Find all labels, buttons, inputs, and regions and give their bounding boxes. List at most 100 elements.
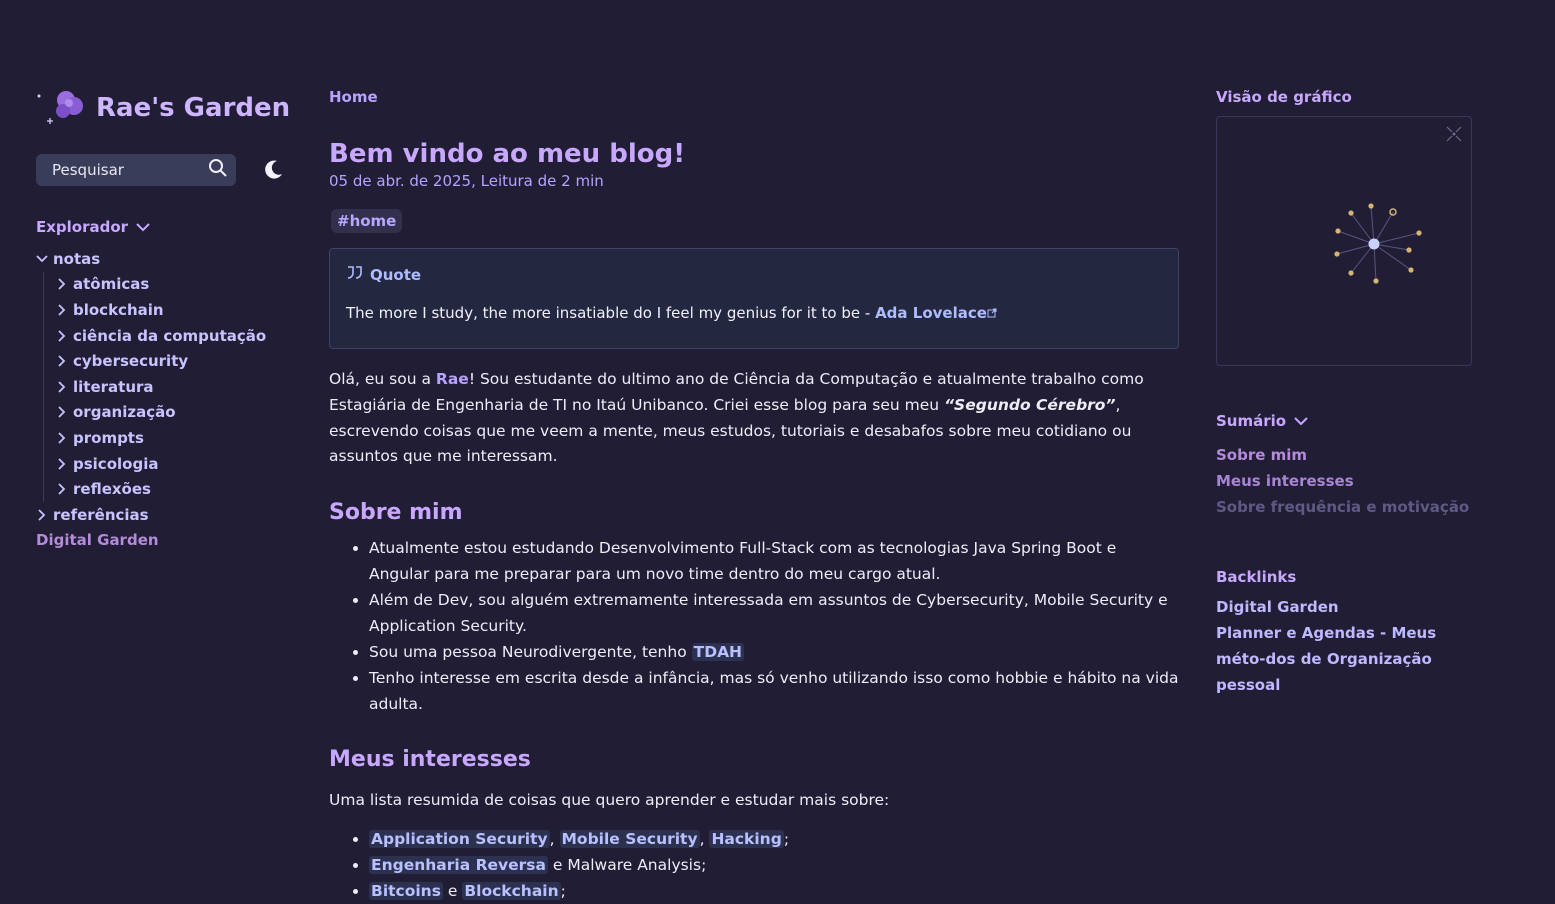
chevron-down-icon: [1294, 412, 1308, 430]
folder-label: cybersecurity: [73, 352, 189, 371]
notas-children: atômicas blockchain ciência da computaçã…: [43, 271, 296, 502]
folder-organizacao[interactable]: organização: [56, 400, 296, 426]
rae-link[interactable]: Rae: [436, 370, 469, 388]
chevron-down-icon: [136, 218, 150, 236]
graph-view[interactable]: [1216, 116, 1472, 366]
intro-paragraph: Olá, eu sou a Rae! Sou estudante do ulti…: [329, 367, 1179, 470]
backlinks-list: Digital Garden Planner e Agendas - Meus …: [1216, 594, 1472, 698]
file-tree: notas atômicas blockchain ciência da com…: [36, 246, 296, 553]
folder-prompts[interactable]: prompts: [56, 425, 296, 451]
interests-intro: Uma lista resumida de coisas que quero a…: [329, 791, 890, 810]
chevron-right-icon: [56, 432, 68, 444]
right-sidebar: Visão de gráfico Sumário Sobre mim Meus …: [1216, 88, 1472, 698]
folder-label: ciência da computação: [73, 326, 267, 345]
page-title: Bem vindo ao meu blog!: [329, 139, 686, 169]
toc-item-sobre-frequencia[interactable]: Sobre frequência e motivação: [1216, 494, 1472, 520]
backlink-planner-agendas[interactable]: Planner e Agendas - Meus méto-dos de Org…: [1216, 620, 1472, 698]
explorer-toggle[interactable]: Explorador: [36, 218, 296, 236]
folder-label: referências: [53, 505, 149, 524]
toc-list: Sobre mim Meus interesses Sobre frequênc…: [1216, 442, 1472, 520]
chevron-down-icon: [36, 255, 48, 263]
explorer-title: Explorador: [36, 218, 129, 236]
chevron-right-icon: [56, 304, 68, 316]
dark-mode-toggle-icon[interactable]: [262, 159, 284, 181]
list-item: Engenharia Reversa e Malware Analysis;: [369, 852, 1179, 878]
folder-notas[interactable]: notas: [36, 246, 296, 272]
folder-psicologia[interactable]: psicologia: [56, 451, 296, 477]
expand-graph-icon[interactable]: [1445, 125, 1463, 143]
tdah-link[interactable]: TDAH: [691, 643, 745, 662]
section-meus-interesses: Meus interesses: [329, 747, 531, 773]
explorer: Explorador notas atômicas blockchain ciê…: [36, 218, 296, 553]
chevron-right-icon: [36, 509, 48, 521]
chevron-right-icon: [56, 483, 68, 495]
quote-callout: Quote The more I study, the more insatia…: [329, 248, 1179, 349]
intro-emphasis: “Segundo Cérebro”: [944, 395, 1116, 414]
blockchain-link[interactable]: Blockchain: [462, 881, 561, 900]
search-placeholder: Pesquisar: [52, 161, 124, 179]
search-row: Pesquisar: [36, 154, 296, 186]
list-text: e Malware Analysis;: [547, 855, 707, 874]
list-text: Sou uma pessoa Neurodivergente, tenho: [369, 643, 692, 662]
post-meta: 05 de abr. de 2025, Leitura de 2 min: [329, 172, 604, 190]
folder-label: prompts: [73, 428, 144, 447]
mobile-security-link[interactable]: Mobile Security: [559, 829, 700, 848]
chevron-right-icon: [56, 278, 68, 291]
folder-label: literatura: [73, 377, 154, 396]
folder-atomicas[interactable]: atômicas: [56, 272, 296, 298]
folder-reflexoes[interactable]: reflexões: [56, 476, 296, 502]
toc-item-sobre-mim[interactable]: Sobre mim: [1216, 442, 1472, 468]
bitcoins-link[interactable]: Bitcoins: [369, 881, 443, 900]
quote-author-link[interactable]: Ada Lovelace: [875, 304, 987, 322]
quote-text: The more I study, the more insatiable do…: [346, 304, 1162, 322]
intro-part1: Olá, eu sou a: [329, 370, 436, 388]
quote-header: Quote: [346, 265, 1162, 285]
hacking-link[interactable]: Hacking: [709, 829, 784, 848]
section-sobre-mim: Sobre mim: [329, 500, 463, 526]
list-item: Bitcoins e Blockchain;: [369, 878, 1179, 904]
tag-home[interactable]: #home: [331, 209, 403, 233]
quote-body: The more I study, the more insatiable do…: [346, 304, 876, 322]
folder-label: reflexões: [73, 480, 151, 499]
main-content: Home Bem vindo ao meu blog! 05 de abr. d…: [329, 88, 1179, 904]
list-item: Application Security, Mobile Security, H…: [369, 826, 1179, 852]
list-item: Atualmente estou estudando Desenvolvimen…: [369, 535, 1179, 587]
backlink-digital-garden[interactable]: Digital Garden: [1216, 594, 1472, 620]
graph-network: [1334, 203, 1422, 284]
engenharia-reversa-link[interactable]: Engenharia Reversa: [369, 855, 548, 874]
crystal-ball-icon: [36, 86, 86, 130]
search-icon: [208, 158, 228, 182]
breadcrumb[interactable]: Home: [329, 88, 1179, 108]
graph-title: Visão de gráfico: [1216, 88, 1352, 106]
folder-ciencia-da-computacao[interactable]: ciência da computação: [56, 323, 296, 349]
left-sidebar: Rae's Garden Pesquisar Explorador notas …: [36, 88, 296, 553]
chevron-right-icon: [56, 329, 68, 342]
list-item: Sou uma pessoa Neurodivergente, tenho TD…: [369, 639, 1179, 665]
chevron-right-icon: [56, 406, 68, 418]
folder-label: psicologia: [73, 454, 159, 473]
file-digital-garden[interactable]: Digital Garden: [36, 528, 296, 553]
site-title[interactable]: Rae's Garden: [96, 93, 290, 123]
folder-literatura[interactable]: literatura: [56, 374, 296, 400]
toc-item-meus-interesses[interactable]: Meus interesses: [1216, 468, 1472, 494]
interests-list: Application Security, Mobile Security, H…: [329, 826, 1179, 904]
toc-title: Sumário: [1216, 412, 1287, 430]
brand[interactable]: Rae's Garden: [36, 88, 296, 128]
sobre-mim-list: Atualmente estou estudando Desenvolvimen…: [329, 535, 1179, 717]
folder-label: atômicas: [73, 275, 150, 294]
external-link-icon: [987, 304, 997, 322]
chevron-right-icon: [56, 381, 68, 393]
folder-cybersecurity[interactable]: cybersecurity: [56, 348, 296, 374]
search-input[interactable]: Pesquisar: [36, 154, 236, 186]
quote-icon: [346, 265, 364, 285]
list-item: Tenho interesse em escrita desde a infân…: [369, 665, 1179, 717]
chevron-right-icon: [56, 457, 68, 470]
toc-toggle[interactable]: Sumário: [1216, 412, 1472, 430]
folder-label: blockchain: [73, 300, 164, 319]
list-item: Além de Dev, sou alguém extremamente int…: [369, 587, 1179, 639]
folder-referencias[interactable]: referências: [36, 502, 296, 528]
chevron-right-icon: [56, 355, 68, 367]
application-security-link[interactable]: Application Security: [369, 829, 550, 848]
folder-blockchain[interactable]: blockchain: [56, 297, 296, 323]
folder-label: organização: [73, 403, 176, 422]
